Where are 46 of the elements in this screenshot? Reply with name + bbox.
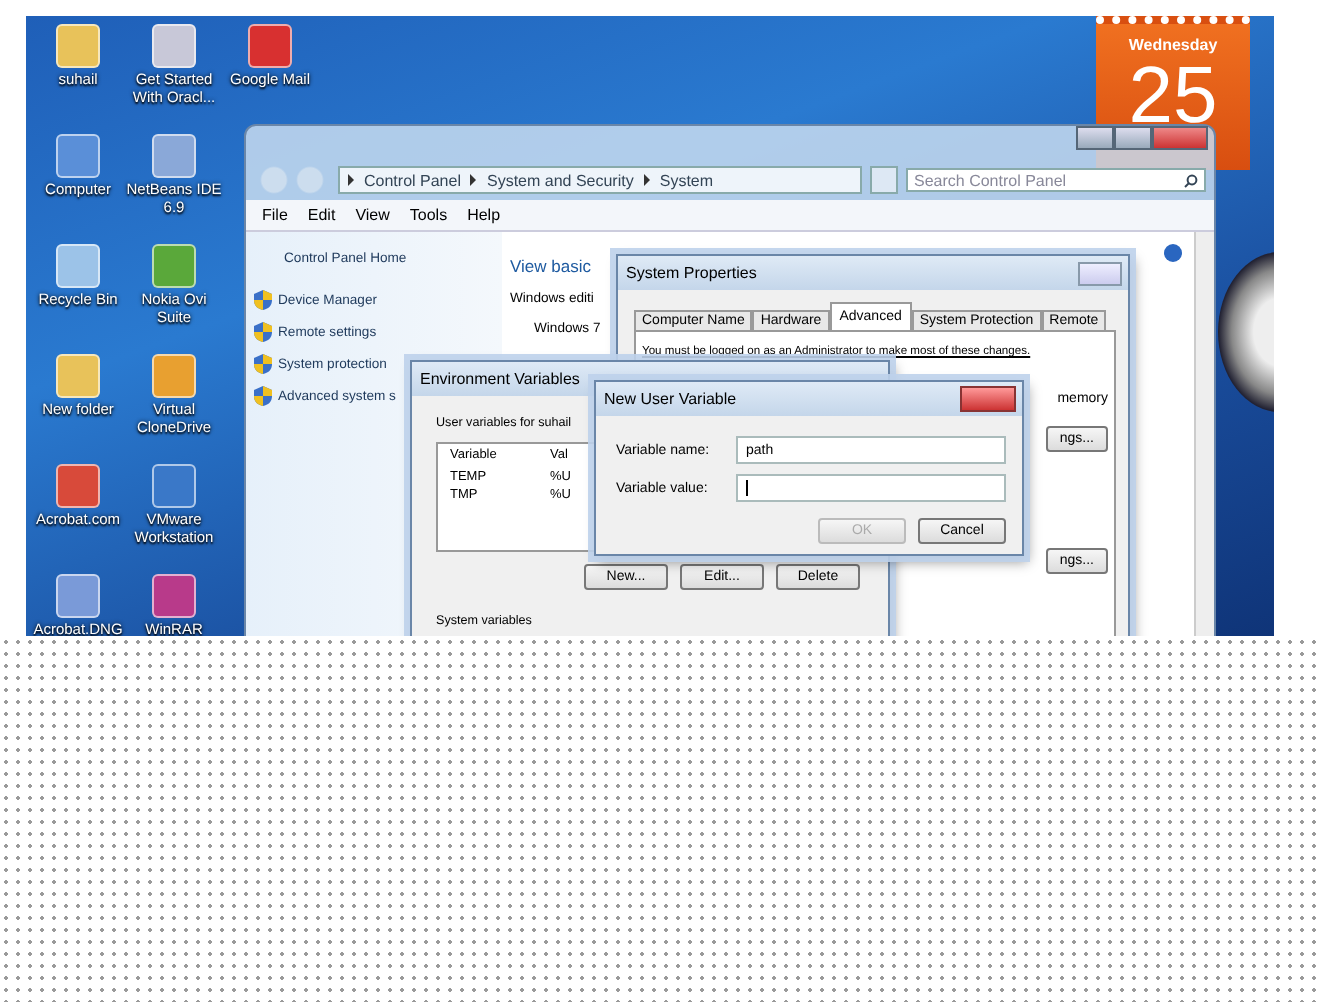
shortcut-icon[interactable] <box>152 134 196 178</box>
shortcut-icon[interactable] <box>152 24 196 68</box>
dialog-title: New User Variable <box>604 390 737 408</box>
shortcut-icon[interactable] <box>152 574 196 618</box>
menu-item[interactable]: Help <box>467 206 501 224</box>
search-field[interactable]: Search Control Panel <box>906 168 1206 192</box>
shortcut-icon[interactable] <box>152 354 196 398</box>
scrollbar[interactable] <box>1194 232 1214 636</box>
shield-icon <box>254 322 272 342</box>
search-placeholder: Search Control Panel <box>914 171 1067 189</box>
shortcut-icon[interactable] <box>152 464 196 508</box>
input-field[interactable] <box>736 474 1006 502</box>
dialog-title: Environment Variables <box>420 370 580 388</box>
close-button[interactable] <box>960 386 1016 412</box>
menu-item[interactable]: View <box>355 206 390 224</box>
shortcut-icon[interactable] <box>56 464 100 508</box>
search-icon[interactable] <box>1184 173 1198 187</box>
address-bar[interactable]: Control Panel System and Security System <box>338 166 862 194</box>
refresh-button[interactable] <box>870 166 898 194</box>
menu-item[interactable]: File <box>262 206 288 224</box>
shortcut-icon[interactable] <box>248 24 292 68</box>
minimize-button[interactable] <box>1076 126 1114 150</box>
shortcut-icon[interactable] <box>56 574 100 618</box>
shield-icon <box>254 354 272 374</box>
shortcut-icon[interactable] <box>56 354 100 398</box>
weekday-label: Wednesday <box>1128 36 1218 54</box>
shield-icon <box>254 386 272 406</box>
help-icon[interactable] <box>1164 244 1182 262</box>
date-number: 25 <box>1128 54 1218 138</box>
page-heading: View basic <box>510 256 591 276</box>
shortcut-icon[interactable] <box>152 244 196 288</box>
breadcrumb-item[interactable]: System and Security <box>486 171 634 189</box>
dialog-title: System Properties <box>626 264 757 282</box>
maximize-button[interactable] <box>1114 126 1152 150</box>
shortcut-icon[interactable] <box>56 24 100 68</box>
shield-icon <box>254 290 272 310</box>
breadcrumb-item[interactable]: System <box>659 171 714 189</box>
breadcrumb-item[interactable]: Control Panel <box>364 171 461 189</box>
menu-item[interactable]: Edit <box>307 206 336 224</box>
text-cursor <box>746 480 748 496</box>
shortcut-icon[interactable] <box>56 244 100 288</box>
shortcut-icon[interactable] <box>56 134 100 178</box>
menu-item[interactable]: Tools <box>409 206 448 224</box>
close-button[interactable] <box>1078 261 1122 285</box>
close-button[interactable] <box>1152 126 1208 150</box>
back-forward-buttons[interactable] <box>258 164 330 196</box>
